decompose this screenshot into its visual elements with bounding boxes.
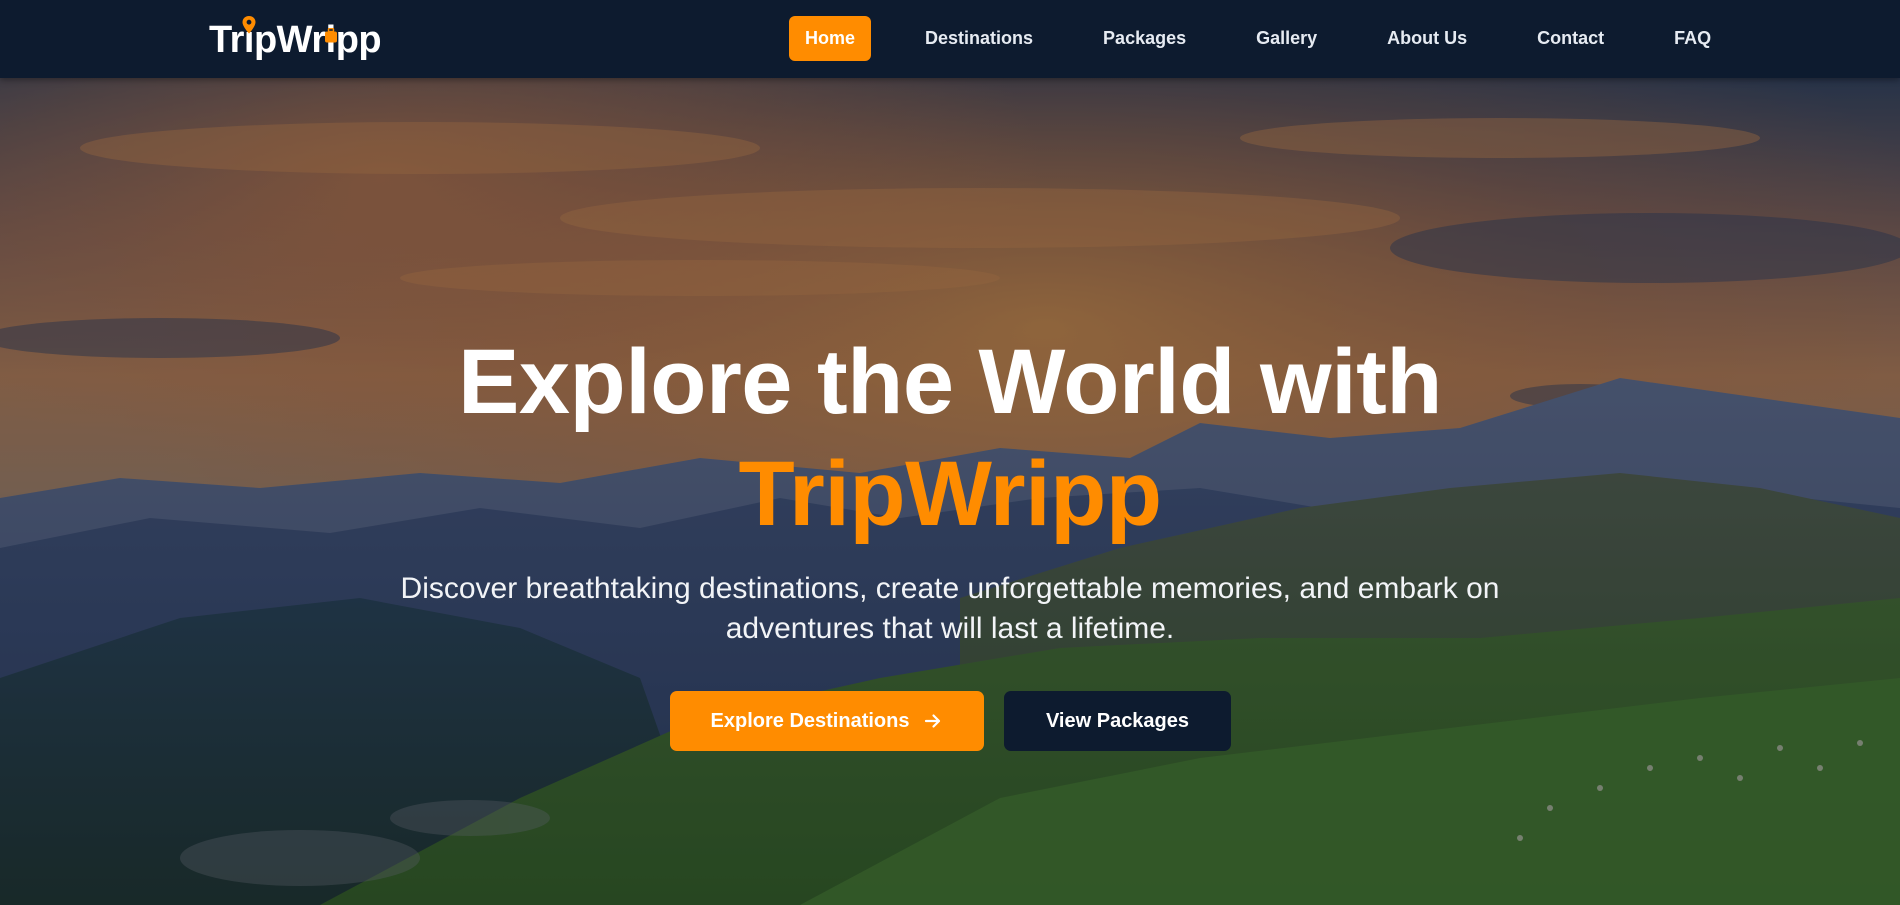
hero-section: Explore the World with TripWripp Discove… [0, 78, 1900, 905]
logo-text: TripWripp [209, 19, 382, 61]
hero-title-line: Explore the World with [457, 331, 1443, 433]
hero-subtitle: Discover breathtaking destinations, crea… [400, 572, 1500, 645]
nav-destinations[interactable]: Destinations [909, 16, 1049, 61]
map-pin-icon [242, 16, 256, 34]
nav-faq[interactable]: FAQ [1658, 16, 1727, 61]
nav-contact[interactable]: Contact [1521, 16, 1620, 61]
hero-buttons: Explore Destinations View Packages [670, 691, 1231, 751]
logo[interactable]: TripWripp [209, 16, 382, 62]
hero-content: Explore the World with TripWripp Discove… [0, 78, 1900, 905]
explore-destinations-button[interactable]: Explore Destinations [670, 691, 984, 751]
navbar: TripWripp Home Destinations Packages Gal… [0, 0, 1900, 78]
nav-home[interactable]: Home [789, 16, 872, 61]
view-packages-button[interactable]: View Packages [1004, 691, 1231, 751]
main-nav: Home Destinations Packages Gallery About… [789, 16, 1727, 61]
hero-title-brand: TripWripp [738, 443, 1162, 545]
page: TripWripp Home Destinations Packages Gal… [0, 0, 1900, 905]
nav-packages[interactable]: Packages [1087, 16, 1202, 61]
arrow-right-icon [925, 714, 941, 728]
nav-gallery[interactable]: Gallery [1240, 16, 1333, 61]
explore-destinations-label: Explore Destinations [710, 709, 910, 732]
suitcase-icon [325, 28, 337, 43]
hero-title: Explore the World with TripWripp [0, 326, 1900, 550]
nav-about-us[interactable]: About Us [1371, 16, 1483, 61]
